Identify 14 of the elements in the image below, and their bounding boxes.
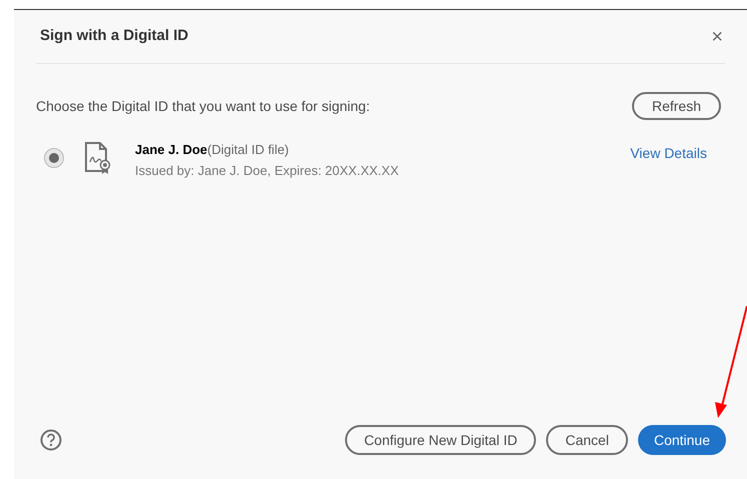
dialog-button[interactable]: Configure New Digital ID: [345, 425, 536, 455]
id-name: Jane J. Doe: [135, 141, 208, 159]
prompt-text: Choose the Digital ID that you want to use for signing:: [36, 96, 370, 116]
continue-button[interactable]: Continue: [638, 425, 726, 455]
close-button[interactable]: ×: [711, 26, 723, 46]
refresh-button[interactable]: Refresh: [632, 92, 721, 120]
dialog-button[interactable]: Cancel: [546, 425, 628, 455]
id-type: (Digital ID file): [207, 141, 289, 159]
dialog-title: Sign with a Digital ID: [40, 26, 188, 46]
certificate-file-icon: [84, 142, 112, 174]
radio-button[interactable]: [44, 148, 64, 168]
help-icon[interactable]: [40, 429, 62, 451]
view-details-link[interactable]: View Details: [630, 143, 707, 164]
issued-text: Issued by: Jane J. Doe, Expires: 20XX.XX.XX: [135, 162, 400, 180]
